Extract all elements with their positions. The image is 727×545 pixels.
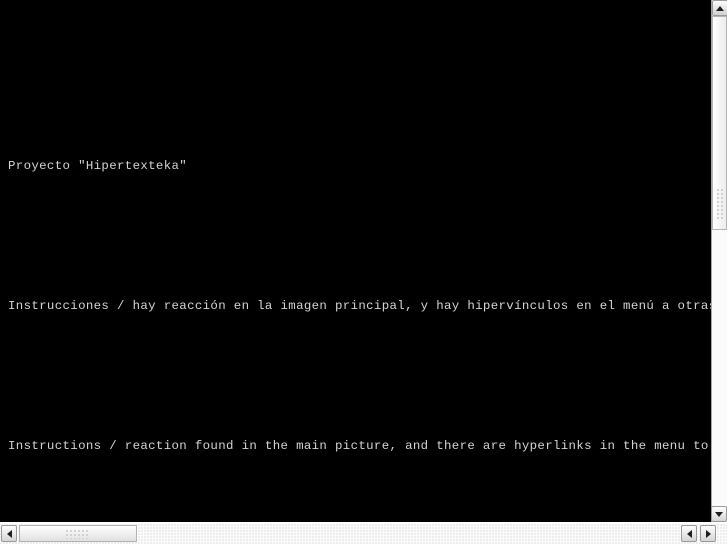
chevron-right-icon [705,529,711,538]
scroll-right-button[interactable] [700,525,716,542]
instructions-spanish: Instrucciones / hay reacción en la image… [8,299,711,313]
scroll-left-button-secondary[interactable] [681,525,697,542]
vertical-scrollbar[interactable] [711,0,727,522]
chevron-up-icon [716,5,724,11]
vertical-scrollbar-thumb[interactable] [712,16,727,230]
chevron-down-icon [715,511,723,517]
scroll-up-button[interactable] [712,0,727,16]
chevron-left-icon [6,529,12,538]
top-spacer [0,60,711,96]
document-body: Proyecto "Hipertexteka" Instrucciones / … [0,0,711,522]
chevron-left-icon [686,529,692,538]
horizontal-thumb-grip-icon [66,530,90,539]
vertical-thumb-grip-icon [717,189,725,219]
document-viewport: Proyecto "Hipertexteka" Instrucciones / … [0,0,711,522]
horizontal-scrollbar-thumb[interactable] [19,525,137,542]
project-title: Proyecto "Hipertexteka" [8,159,188,173]
scroll-left-button[interactable] [1,525,17,542]
page-root: Proyecto "Hipertexteka" Instrucciones / … [0,0,727,545]
instructions-english: Instructions / reaction found in the mai… [8,439,709,453]
scroll-down-button[interactable] [711,506,727,522]
horizontal-scrollbar[interactable] [0,522,727,545]
